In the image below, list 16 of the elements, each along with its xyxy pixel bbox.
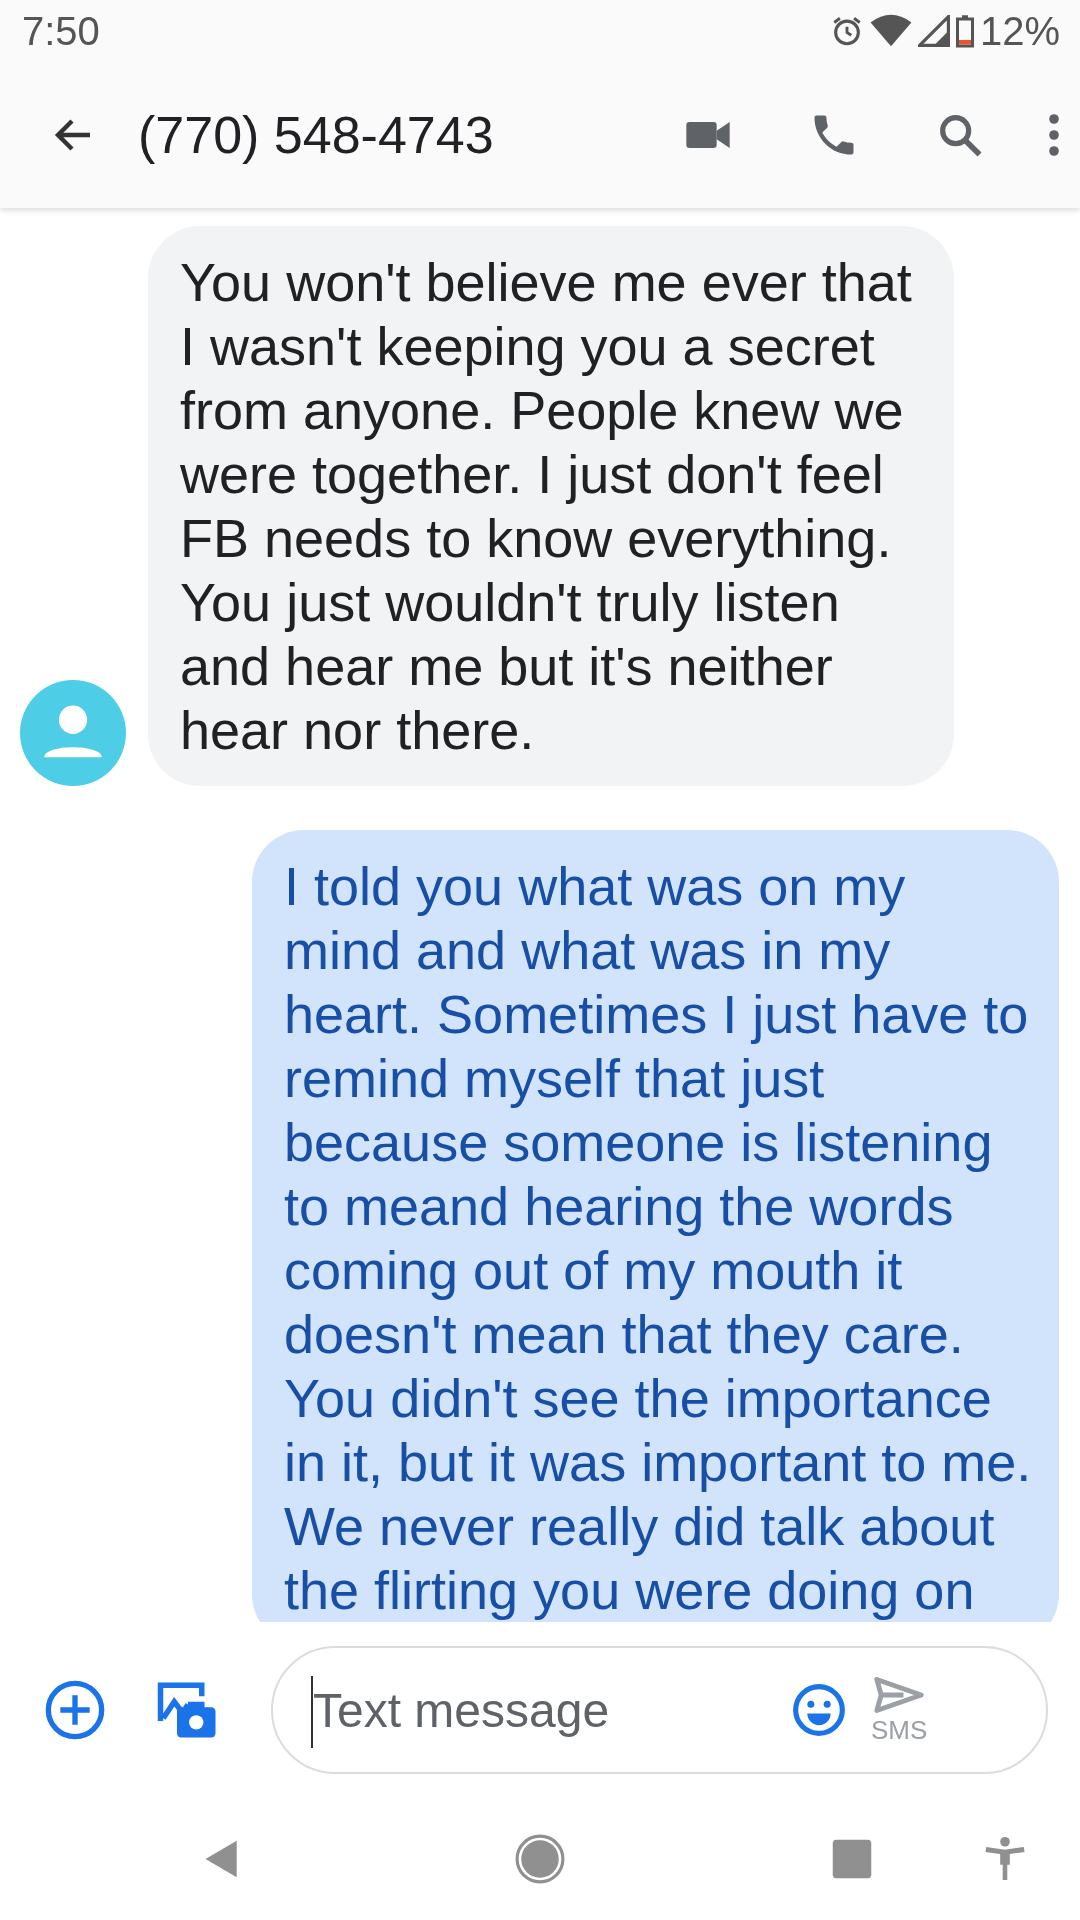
- battery-icon: [955, 14, 974, 48]
- battery-percentage: 12%: [979, 8, 1060, 54]
- outgoing-message: I told you what was on my mind and what was in my heart. Sometimes I just have to remind myself that just because someone is listening to meand hearing the words coming out of my mouth it doesn't mean that they care. You didn't see the importance in it, but it was important to me. We never really did talk about the flirting you were doing on: [252, 830, 1059, 1622]
- home-icon[interactable]: [515, 1834, 565, 1884]
- text-message-field[interactable]: Text message SMS: [271, 1646, 1048, 1774]
- contact-title: (770) 548-4743: [138, 105, 495, 165]
- send-button[interactable]: SMS: [871, 1674, 928, 1746]
- send-icon: [872, 1674, 927, 1715]
- signal-icon: [917, 15, 950, 47]
- wifi-icon: [869, 14, 912, 48]
- add-icon[interactable]: [43, 1678, 107, 1742]
- recents-icon[interactable]: [831, 1838, 873, 1880]
- more-options-icon[interactable]: [1046, 111, 1062, 159]
- incoming-message: You won't believe me ever that I wasn't keeping you a secret from anyone. People knew we were together. I just don't feel FB needs to know everything. You just wouldn't truly listen and hear me but it's neither hear nor there.: [148, 226, 954, 786]
- clock: 7:50: [22, 8, 100, 54]
- emoji-icon[interactable]: [791, 1682, 847, 1738]
